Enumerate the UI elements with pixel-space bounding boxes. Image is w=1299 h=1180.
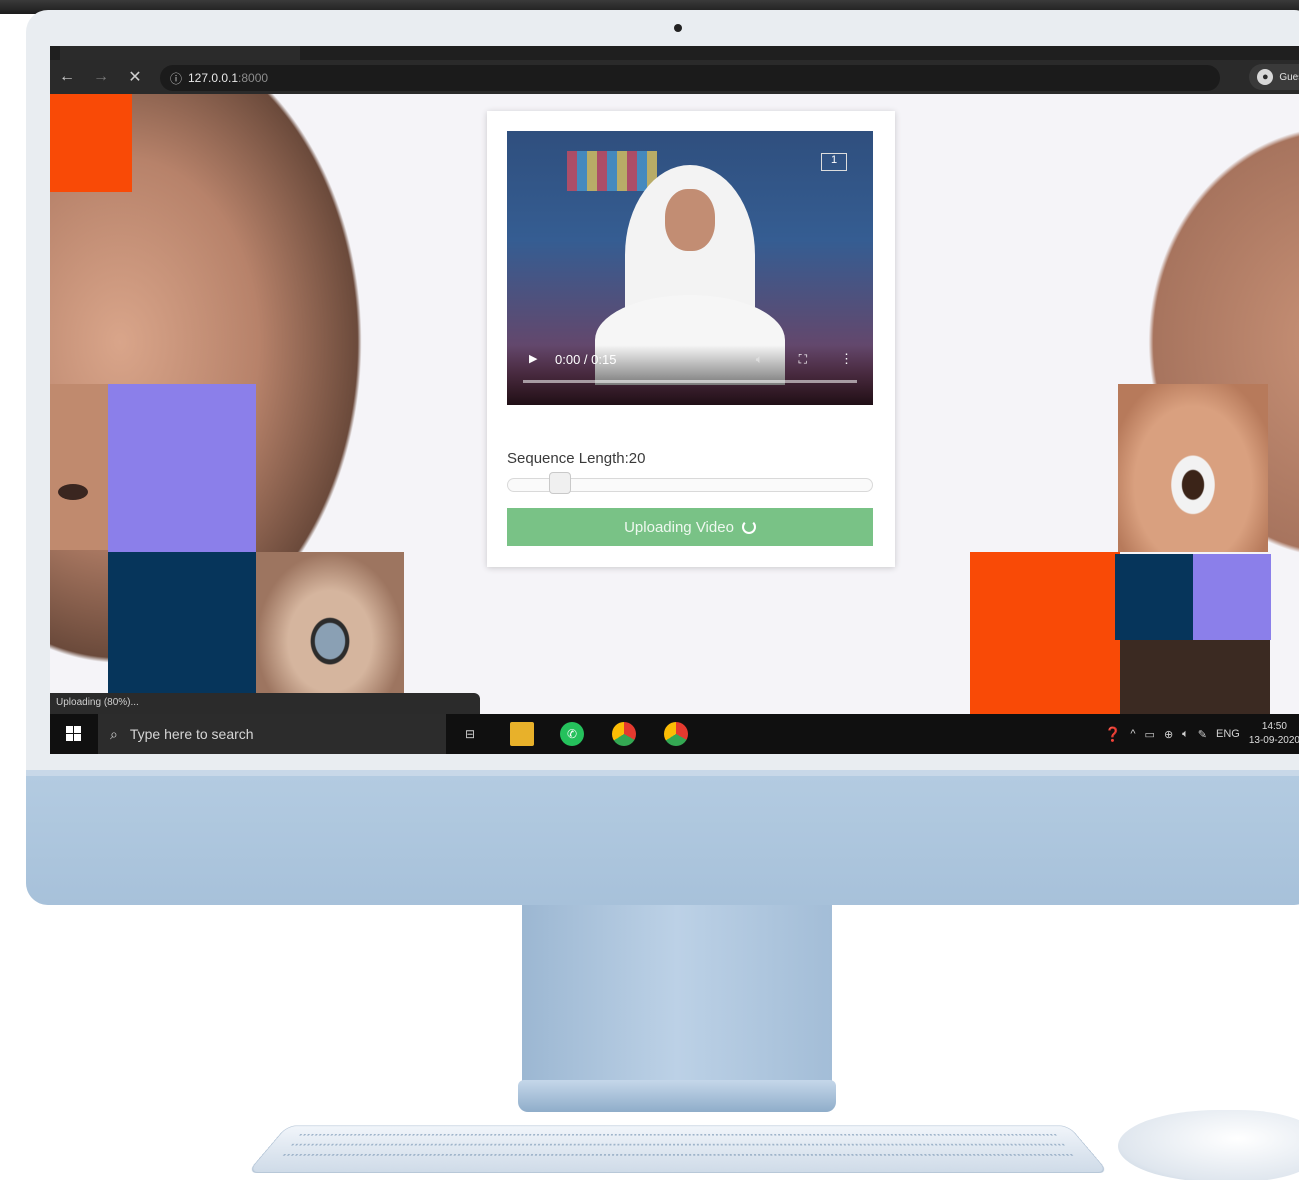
address-bar[interactable]: ⓘ 127.0.0.1 :8000: [160, 65, 1220, 91]
camera-icon: [674, 24, 682, 32]
video-player[interactable]: 1 ▶ 0:00 / 0:15 🔈︎ ⛶ ⋮: [507, 131, 873, 405]
collage-block-purple: [108, 384, 256, 552]
profile-avatar-icon: ●: [1257, 69, 1274, 85]
eye-image: [58, 484, 88, 500]
search-icon: ⌕: [110, 725, 118, 742]
url-port: :8000: [238, 71, 269, 85]
more-options-icon[interactable]: ⋮: [840, 351, 853, 367]
battery-icon[interactable]: ▭: [1145, 728, 1155, 741]
help-icon[interactable]: ❓: [1104, 726, 1121, 743]
windows-start-icon[interactable]: [60, 724, 86, 744]
task-view-icon[interactable]: ⊟: [458, 722, 482, 746]
tab-strip: [50, 46, 1299, 60]
system-tray: ❓ ^ ▭ ⊕ 🔈︎ ✎ ENG 14:50 13-09-2020: [1104, 714, 1299, 754]
mouse: [1118, 1110, 1299, 1180]
whatsapp-icon[interactable]: ✆: [560, 722, 584, 746]
collage-face-photo-right: [1120, 640, 1270, 714]
clock-time: 14:50: [1261, 721, 1287, 732]
status-bubble: Uploading (80%)...: [50, 693, 480, 715]
chrome-icon[interactable]: [612, 722, 636, 746]
network-icon[interactable]: ⊕: [1164, 728, 1173, 741]
video-time: 0:00 / 0:15: [555, 352, 617, 367]
screen: ← → ✕ ⓘ 127.0.0.1 :8000 ● Guest: [50, 46, 1299, 754]
fullscreen-icon[interactable]: ⛶: [799, 352, 807, 367]
collage-block-purple-right: [1193, 554, 1271, 640]
web-page: 1 ▶ 0:00 / 0:15 🔈︎ ⛶ ⋮ Sequence Length:2…: [50, 94, 1299, 714]
channel-logo: 1: [821, 153, 847, 171]
play-icon[interactable]: ▶: [529, 352, 537, 365]
collage-block-navy-right: [1115, 554, 1193, 640]
clock-date: 13-09-2020: [1248, 735, 1299, 746]
file-explorer-icon[interactable]: [510, 722, 534, 746]
collage-block-navy: [108, 552, 256, 714]
volume-icon[interactable]: 🔈︎: [756, 352, 763, 367]
desktop-scene: ← → ✕ ⓘ 127.0.0.1 :8000 ● Guest: [0, 0, 1299, 1180]
monitor-chin: [26, 776, 1299, 905]
language-indicator[interactable]: ENG: [1216, 728, 1240, 740]
browser-toolbar: ← → ✕ ⓘ 127.0.0.1 :8000 ● Guest: [50, 60, 1299, 94]
profile-button[interactable]: ● Guest: [1249, 64, 1299, 90]
upload-card: 1 ▶ 0:00 / 0:15 🔈︎ ⛶ ⋮ Sequence Length:2…: [487, 111, 895, 567]
volume-tray-icon[interactable]: 🔈︎: [1182, 728, 1189, 741]
chrome-icon-active[interactable]: [664, 722, 688, 746]
slider-thumb[interactable]: [549, 472, 571, 494]
monitor-stand-base: [518, 1080, 836, 1112]
video-frame-person: [595, 165, 785, 385]
keyboard: [246, 1125, 1110, 1173]
monitor-stand: [522, 905, 832, 1083]
collage-block-orange-right: [970, 552, 1120, 714]
collage-eye-photo-right: [1118, 384, 1268, 552]
chevron-up-icon[interactable]: ^: [1130, 728, 1135, 740]
forward-icon[interactable]: →: [84, 68, 118, 86]
video-controls: ▶ 0:00 / 0:15 🔈︎ ⛶ ⋮: [507, 345, 873, 405]
site-info-icon[interactable]: ⓘ: [170, 70, 188, 87]
taskbar: ⌕ Type here to search ⊟ ✆ ❓ ^ ▭ ⊕ 🔈︎ ✎ E…: [50, 714, 1299, 754]
back-icon[interactable]: ←: [50, 68, 84, 86]
collage-eye-photo: [50, 384, 108, 550]
upload-button[interactable]: Uploading Video: [507, 508, 873, 546]
stop-loading-icon[interactable]: ✕: [118, 67, 152, 87]
clock[interactable]: 14:50 13-09-2020: [1249, 720, 1299, 748]
profile-label: Guest: [1279, 71, 1299, 83]
browser-tab[interactable]: [60, 46, 300, 60]
video-progress-bar[interactable]: [523, 380, 857, 383]
search-placeholder: Type here to search: [129, 726, 254, 742]
collage-block-orange: [50, 94, 132, 192]
upload-button-label: Uploading Video: [624, 518, 734, 536]
pen-icon[interactable]: ✎: [1198, 728, 1207, 741]
url-host: 127.0.0.1: [188, 71, 239, 85]
sequence-length-label: Sequence Length:20: [507, 450, 646, 467]
spinner-icon: [741, 520, 756, 534]
collage-eye-photo-old: [256, 552, 404, 714]
taskbar-search-box[interactable]: ⌕ Type here to search: [98, 714, 446, 754]
